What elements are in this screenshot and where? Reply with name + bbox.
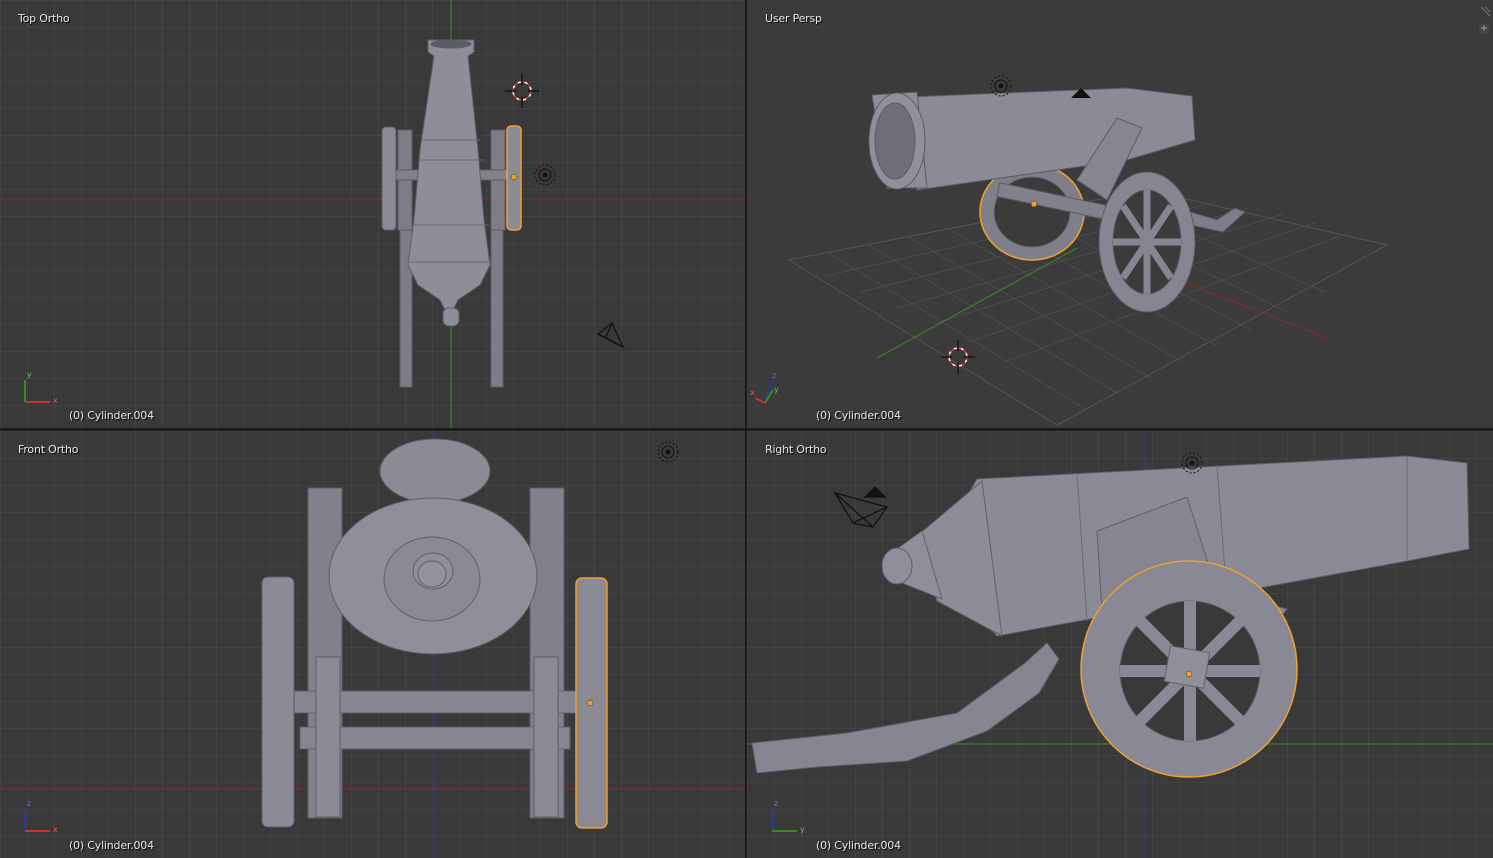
region-drag-icon[interactable] [1479,2,1491,17]
svg-text:z: z [774,799,778,808]
viewport-title: User Persp [765,12,822,25]
object-info: (0) Cylinder.004 [69,839,154,852]
origin-dot [1030,200,1038,208]
svg-text:y: y [774,385,779,394]
viewport-title: Top Ortho [18,12,70,25]
viewport-user-persp[interactable]: z y x + User Persp (0) Cylinder.004 [747,0,1493,428]
axis-gizmo-icon: y x [24,370,58,405]
viewport-front-ortho[interactable]: z x Front Ortho (0) Cylinder.004 [0,431,745,858]
cannon-mesh-right [751,455,1470,778]
axis-gizmo-icon: z y x [750,371,779,404]
svg-text:x: x [750,388,755,397]
perspective-grid [787,189,1389,426]
svg-text:y: y [27,370,32,379]
add-region-icon[interactable]: + [1479,24,1489,34]
origin-dot [1185,670,1193,678]
lamp-icon [657,441,679,463]
origin-dot [510,173,518,181]
top-ortho-scene: y x [0,0,745,428]
3d-cursor-icon [941,340,975,374]
svg-text:x: x [53,825,58,834]
object-info: (0) Cylinder.004 [69,409,154,422]
object-info: (0) Cylinder.004 [816,839,901,852]
axis-gizmo-icon: z x [24,799,58,834]
svg-text:x: x [53,396,58,405]
origin-dot [586,699,594,707]
front-ortho-scene: z x [0,431,745,858]
viewport-title: Right Ortho [765,443,827,456]
object-info: (0) Cylinder.004 [816,409,901,422]
svg-text:z: z [27,799,31,808]
persp-scene: z y x [750,75,1389,426]
svg-text:z: z [772,371,776,380]
camera-icon [596,321,625,349]
svg-text:y: y [800,825,805,834]
viewport-top-ortho[interactable]: y x Top Ortho (0) Cylinder.004 [0,0,745,428]
lamp-icon [534,164,556,186]
camera-icon [833,486,889,528]
viewport-right-ortho[interactable]: z y Right Ortho (0) Cylinder.004 [747,431,1493,858]
right-ortho-scene: z y [747,431,1493,858]
3d-cursor-icon [505,74,539,108]
viewport-title: Front Ortho [18,443,79,456]
axis-gizmo-icon: z y [771,799,805,834]
